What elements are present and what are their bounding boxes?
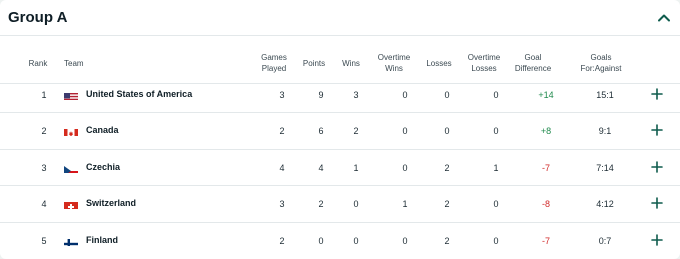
goal-difference: -7 (541, 162, 550, 173)
finland-flag-icon (64, 236, 78, 246)
wins: 0 (353, 199, 359, 210)
losses: 2 (444, 199, 450, 210)
col-team: Team (64, 59, 84, 68)
wins: 1 (353, 162, 359, 173)
expand-plus-icon[interactable] (650, 160, 664, 174)
goals-for-against: 7:14 (596, 162, 614, 173)
table-row[interactable]: 5 Finland 2 0 0 0 2 0 -7 0:7 (0, 223, 680, 259)
wins: 0 (353, 235, 359, 246)
rank: 5 (41, 235, 47, 246)
overtime-wins: 0 (402, 126, 408, 137)
col-overtime-wins: Overtime Wins (377, 53, 411, 73)
team-name[interactable]: Switzerland (86, 198, 136, 208)
rank: 2 (41, 126, 47, 137)
group-header[interactable]: Group A (0, 0, 680, 36)
losses: 0 (444, 126, 450, 137)
rank: 1 (41, 90, 47, 100)
table-row[interactable]: 4 Switzerland 3 2 0 1 2 0 -8 4:12 (0, 186, 680, 223)
col-rank: Rank (28, 59, 48, 68)
overtime-wins: 0 (402, 162, 408, 173)
goal-difference: -7 (541, 235, 550, 246)
expand-plus-icon[interactable] (650, 233, 664, 247)
games-played: 3 (279, 90, 285, 100)
points: 2 (318, 199, 324, 210)
canada-flag-icon (64, 126, 78, 137)
col-overtime-losses: Overtime Losses (467, 53, 501, 73)
overtime-losses: 0 (493, 126, 499, 137)
overtime-losses: 0 (493, 199, 499, 210)
games-played: 2 (279, 126, 285, 137)
goal-difference: +8 (540, 126, 552, 137)
goals-for-against: 15:1 (596, 90, 614, 100)
points: 0 (318, 235, 324, 246)
losses: 2 (444, 235, 450, 246)
switzerland-flag-icon (64, 199, 78, 210)
expand-plus-icon[interactable] (650, 123, 664, 137)
usa-flag-icon (64, 90, 78, 100)
games-played: 4 (279, 162, 285, 173)
points: 6 (318, 126, 324, 137)
goals-for-against: 0:7 (598, 235, 612, 246)
overtime-losses: 1 (493, 162, 499, 173)
chevron-up-icon[interactable] (656, 10, 672, 26)
games-played: 2 (279, 235, 285, 246)
overtime-losses: 0 (493, 90, 499, 100)
rank: 4 (41, 199, 47, 210)
losses: 2 (444, 162, 450, 173)
goal-difference: -8 (541, 199, 550, 210)
points: 4 (318, 162, 324, 173)
team-name[interactable]: Czechia (86, 162, 120, 172)
goal-difference: +14 (538, 90, 554, 100)
table-row[interactable]: 3 Czechia 4 4 1 0 2 1 -7 7:14 (0, 150, 680, 187)
table-row[interactable]: 2 Canada 2 6 2 0 0 0 +8 9:1 (0, 113, 680, 150)
group-title: Group A (8, 9, 68, 26)
goals-for-against: 4:12 (596, 199, 614, 210)
overtime-wins: 0 (402, 90, 408, 100)
expand-plus-icon[interactable] (650, 87, 664, 101)
overtime-wins: 0 (402, 235, 408, 246)
wins: 3 (353, 90, 359, 100)
czechia-flag-icon (64, 163, 78, 173)
team-name[interactable]: Finland (86, 235, 118, 245)
rank: 3 (41, 162, 47, 173)
col-goal-difference: Goal Difference (514, 53, 552, 73)
group-standings-card: Group A Rank Team Games Played Points Win… (0, 0, 680, 259)
col-wins: Wins (342, 59, 360, 68)
overtime-wins: 1 (402, 199, 408, 210)
games-played: 3 (279, 199, 285, 210)
table-row[interactable]: 1 United States of America 3 9 3 0 0 0 +… (0, 77, 680, 114)
col-losses: Losses (426, 59, 452, 68)
losses: 0 (444, 90, 450, 100)
expand-plus-icon[interactable] (650, 196, 664, 210)
points: 9 (318, 90, 324, 100)
col-points: Points (302, 59, 326, 68)
team-name[interactable]: Canada (86, 125, 119, 135)
overtime-losses: 0 (493, 235, 499, 246)
goals-for-against: 9:1 (598, 126, 612, 137)
col-goals-for-against: Goals For:Against (580, 53, 622, 73)
col-games-played: Games Played (261, 53, 287, 73)
team-name[interactable]: United States of America (86, 89, 192, 99)
wins: 2 (353, 126, 359, 137)
